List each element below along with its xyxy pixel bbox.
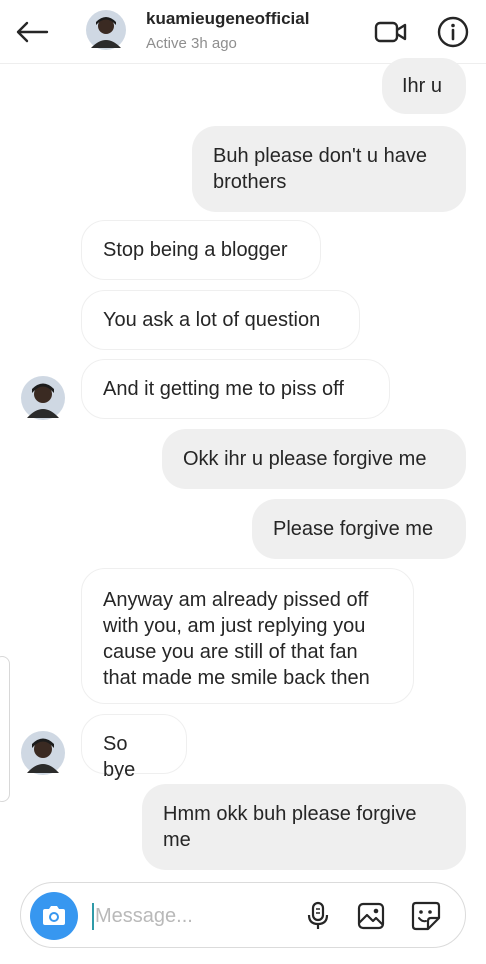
message-text: Please forgive me [273,518,434,540]
voice-message-button[interactable] [301,899,335,933]
message-text: You ask a lot of question [103,309,321,331]
message-text: Okk ihr u please forgive me [183,448,427,470]
video-camera-icon [374,21,407,43]
message-outgoing[interactable]: Hmm okk buh please forgive me [142,784,466,870]
message-outgoing[interactable]: Okk ihr u please forgive me [162,429,466,489]
info-icon [437,16,469,48]
gallery-icon [357,902,385,930]
video-call-button[interactable] [372,16,410,48]
active-status: Active 3h ago [146,35,237,52]
sticker-button[interactable] [409,899,443,933]
message-outgoing[interactable]: Please forgive me [252,499,466,559]
microphone-icon [307,901,329,929]
message-text: Buh please don't u have brothers [213,145,427,193]
camera-icon [43,906,65,925]
sticker-icon [411,901,441,931]
message-outgoing[interactable]: Ihr u [382,58,466,114]
message-outgoing[interactable]: Buh please don't u have brothers [192,126,466,212]
message-incoming[interactable]: Stop being a blogger [81,220,321,280]
camera-button[interactable] [30,892,78,940]
chat-header: kuamieugeneofficial Active 3h ago [0,0,486,64]
arrow-left-icon [16,21,49,43]
message-text: And it getting me to piss off [103,378,344,400]
message-incoming[interactable]: And it getting me to piss off [81,359,390,419]
message-incoming[interactable]: Anyway am already pissed off with you, a… [81,568,414,704]
message-input[interactable] [91,900,291,932]
gallery-button[interactable] [354,899,388,933]
avatar[interactable] [21,376,65,420]
message-composer [20,882,466,948]
message-text: Stop being a blogger [103,239,288,261]
info-button[interactable] [434,14,472,50]
avatar[interactable] [86,10,126,50]
message-text: Anyway am already pissed off with you, a… [103,589,370,689]
back-button[interactable] [14,14,50,50]
side-handle[interactable] [0,656,10,802]
message-incoming[interactable]: So bye [81,714,187,781]
message-text: So bye [103,733,136,781]
message-text: Ihr u [402,75,443,97]
message-text: Hmm okk buh please forgive me [163,803,417,851]
chat-username[interactable]: kuamieugeneofficial [146,9,309,29]
avatar[interactable] [21,731,65,775]
message-incoming[interactable]: You ask a lot of question [81,290,360,350]
text-cursor [92,903,94,930]
